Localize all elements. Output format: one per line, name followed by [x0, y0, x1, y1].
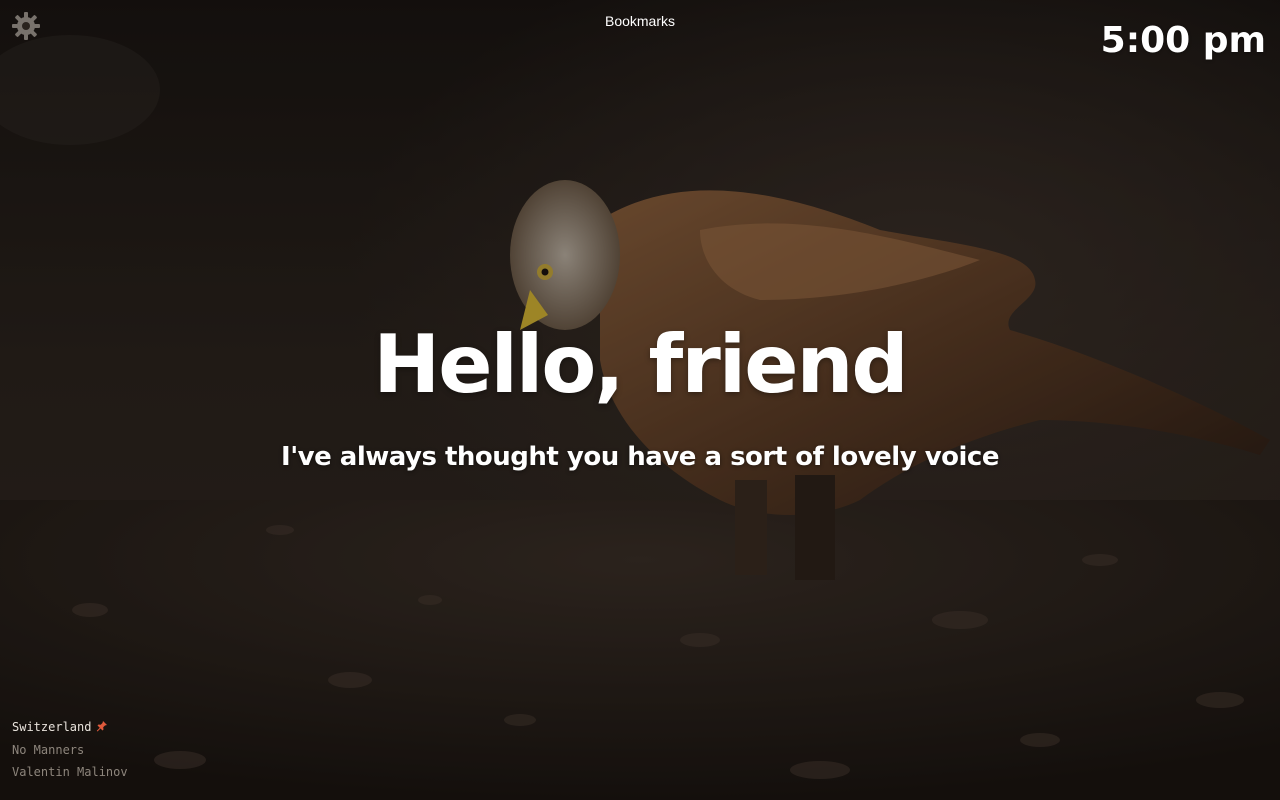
- bookmarks-link[interactable]: Bookmarks: [605, 13, 675, 29]
- clock: 5:00 pm: [1100, 20, 1266, 61]
- credit-location[interactable]: Switzerland: [12, 720, 91, 734]
- greeting-title: Hello, friend: [373, 318, 908, 411]
- greeting-message: I've always thought you have a sort of l…: [281, 442, 999, 472]
- credit-author[interactable]: Valentin Malinov: [12, 761, 128, 783]
- credit-location-row: Switzerland: [12, 716, 128, 739]
- new-tab-page: Bookmarks 5:00 pm Hello, friend I've alw…: [0, 0, 1280, 800]
- pin-icon[interactable]: [96, 717, 108, 739]
- bookmarks-bar: Bookmarks: [0, 13, 1280, 29]
- credit-title: No Manners: [12, 742, 85, 757]
- photo-credits: Switzerland No Manners Valentin Malinov: [12, 716, 128, 783]
